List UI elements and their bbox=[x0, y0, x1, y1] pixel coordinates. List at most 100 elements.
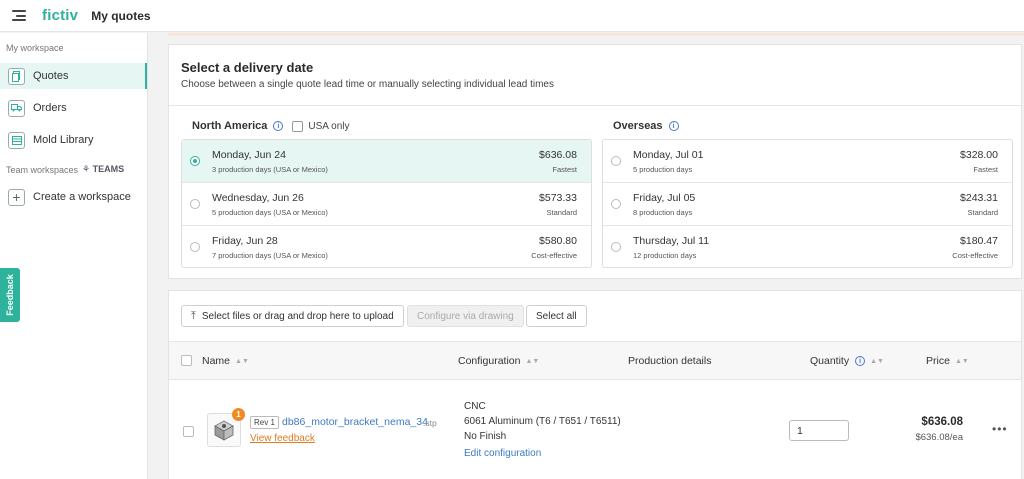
info-icon[interactable]: i bbox=[855, 356, 866, 366]
truck-icon bbox=[8, 99, 25, 117]
menu-icon[interactable] bbox=[12, 10, 26, 21]
overseas-options: Monday, Jul 01 5 production days $328.00… bbox=[602, 139, 1013, 268]
option-date: Friday, Jul 05 bbox=[633, 192, 696, 204]
part-file-extension: .stp bbox=[423, 418, 437, 428]
sidebar-item-label: Quotes bbox=[33, 70, 69, 82]
upload-button[interactable]: ⤒ Select files or drag and drop here to … bbox=[181, 305, 404, 327]
column-price[interactable]: Price ▲▼ bbox=[926, 355, 969, 367]
option-price: $328.00 bbox=[960, 149, 998, 161]
option-days: 8 production days bbox=[633, 208, 693, 217]
usa-only-checkbox[interactable] bbox=[292, 120, 304, 132]
option-date: Wednesday, Jun 26 bbox=[212, 192, 304, 204]
option-price: $243.31 bbox=[960, 192, 998, 204]
create-workspace-button[interactable]: + Create a workspace bbox=[0, 184, 147, 210]
select-all-button[interactable]: Select all bbox=[526, 305, 587, 327]
delivery-option[interactable]: Friday, Jul 05 8 production days $243.31… bbox=[603, 183, 1012, 226]
configure-via-drawing-button[interactable]: Configure via drawing bbox=[407, 305, 524, 327]
radio-button[interactable] bbox=[611, 199, 621, 209]
info-icon[interactable]: i bbox=[273, 121, 284, 131]
revision-tag: Rev 1 bbox=[250, 416, 279, 429]
table-header: Name ▲▼ Configuration ▲▼ Production detail… bbox=[169, 341, 1021, 380]
column-quantity[interactable]: Quantity i ▲▼ bbox=[810, 355, 884, 367]
column-name-label: Name bbox=[202, 355, 231, 367]
feedback-tab[interactable]: Feedback bbox=[0, 268, 20, 322]
radio-button[interactable] bbox=[190, 199, 200, 209]
option-days: 3 production days (USA or Mexico) bbox=[212, 165, 328, 174]
upload-label: Select files or drag and drop here to up… bbox=[201, 310, 394, 322]
parts-card: ⤒ Select files or drag and drop here to … bbox=[168, 290, 1022, 479]
option-tag: Standard bbox=[546, 208, 577, 217]
column-name[interactable]: Name ▲▼ bbox=[202, 355, 249, 367]
radio-button[interactable] bbox=[190, 156, 200, 166]
edit-configuration-link[interactable]: Edit configuration bbox=[464, 448, 541, 459]
option-tag: Standard bbox=[967, 208, 998, 217]
fictiv-logo[interactable]: fictiv bbox=[42, 7, 78, 24]
info-icon[interactable]: i bbox=[668, 121, 679, 131]
radio-button[interactable] bbox=[190, 242, 200, 252]
option-tag: Cost-effective bbox=[531, 251, 577, 260]
sort-icon[interactable]: ▲▼ bbox=[525, 358, 539, 365]
view-feedback-link[interactable]: View feedback bbox=[250, 433, 315, 444]
teams-tag: ⚘ TEAMS bbox=[82, 164, 124, 175]
page-title: My quotes bbox=[91, 8, 151, 23]
column-production: Production details bbox=[628, 355, 712, 367]
delivery-title: Select a delivery date bbox=[181, 60, 314, 75]
delivery-option[interactable]: Friday, Jun 28 7 production days (USA or… bbox=[182, 226, 591, 269]
region-label: Overseas bbox=[613, 120, 663, 132]
top-bar: fictiv My quotes bbox=[0, 0, 1024, 32]
sidebar-item-quotes[interactable]: Quotes bbox=[0, 63, 147, 89]
option-price: $573.33 bbox=[539, 192, 577, 204]
option-days: 5 production days bbox=[633, 165, 693, 174]
teams-icon: ⚘ bbox=[82, 164, 91, 174]
config-finish: No Finish bbox=[464, 431, 507, 442]
upload-icon: ⤒ bbox=[191, 309, 196, 322]
option-days: 5 production days (USA or Mexico) bbox=[212, 208, 328, 217]
part-filename-link[interactable]: db86_motor_bracket_nema_34 bbox=[282, 416, 428, 428]
sort-icon[interactable]: ▲▼ bbox=[235, 358, 249, 365]
option-price: $580.80 bbox=[539, 235, 577, 247]
option-tag: Fastest bbox=[552, 165, 577, 174]
column-configuration[interactable]: Configuration ▲▼ bbox=[458, 355, 539, 367]
part-model-icon bbox=[214, 420, 234, 441]
row-price-each: $636.08/ea bbox=[915, 432, 963, 443]
config-process: CNC bbox=[464, 401, 486, 412]
north-america-options: Monday, Jun 24 3 production days (USA or… bbox=[181, 139, 592, 268]
delivery-date-card: Select a delivery date Choose between a … bbox=[168, 44, 1022, 279]
radio-button[interactable] bbox=[611, 156, 621, 166]
option-days: 7 production days (USA or Mexico) bbox=[212, 251, 328, 260]
create-workspace-label: Create a workspace bbox=[33, 191, 131, 203]
radio-button[interactable] bbox=[611, 242, 621, 252]
option-date: Thursday, Jul 11 bbox=[633, 235, 710, 247]
sidebar-item-orders[interactable]: Orders bbox=[0, 95, 147, 121]
sidebar-item-mold-library[interactable]: Mold Library bbox=[0, 127, 147, 153]
option-days: 12 production days bbox=[633, 251, 697, 260]
delivery-option[interactable]: Monday, Jul 01 5 production days $328.00… bbox=[603, 140, 1012, 183]
row-price: $636.08 bbox=[921, 416, 963, 428]
select-all-checkbox[interactable] bbox=[181, 355, 192, 366]
delivery-option[interactable]: Monday, Jun 24 3 production days (USA or… bbox=[182, 140, 591, 183]
column-configuration-label: Configuration bbox=[458, 355, 521, 367]
sort-icon[interactable]: ▲▼ bbox=[870, 358, 884, 365]
row-checkbox[interactable] bbox=[183, 426, 194, 437]
overseas-heading: Overseas i bbox=[613, 120, 679, 132]
quantity-input[interactable] bbox=[789, 420, 849, 441]
divider bbox=[169, 105, 1021, 106]
feedback-count-badge: 1 bbox=[232, 408, 245, 421]
teams-tag-label: TEAMS bbox=[92, 164, 125, 174]
plus-icon: + bbox=[8, 188, 25, 206]
feedback-label: Feedback bbox=[5, 274, 15, 316]
workspace-label: My workspace bbox=[6, 43, 64, 53]
more-options-icon[interactable]: ••• bbox=[992, 422, 1008, 436]
delivery-option[interactable]: Thursday, Jul 11 12 production days $180… bbox=[603, 226, 1012, 269]
delivery-option[interactable]: Wednesday, Jun 26 5 production days (USA… bbox=[182, 183, 591, 226]
usa-only-label[interactable]: USA only bbox=[308, 121, 349, 132]
sidebar: My workspace Quotes Orders Mold Library … bbox=[0, 33, 148, 479]
sidebar-item-label: Mold Library bbox=[33, 134, 94, 146]
region-label: North America bbox=[192, 120, 268, 132]
option-price: $180.47 bbox=[960, 235, 998, 247]
library-icon bbox=[8, 131, 25, 149]
sort-icon[interactable]: ▲▼ bbox=[955, 358, 969, 365]
column-price-label: Price bbox=[926, 355, 950, 367]
option-date: Monday, Jun 24 bbox=[212, 149, 286, 161]
north-america-heading: North America i USA only bbox=[192, 120, 350, 132]
